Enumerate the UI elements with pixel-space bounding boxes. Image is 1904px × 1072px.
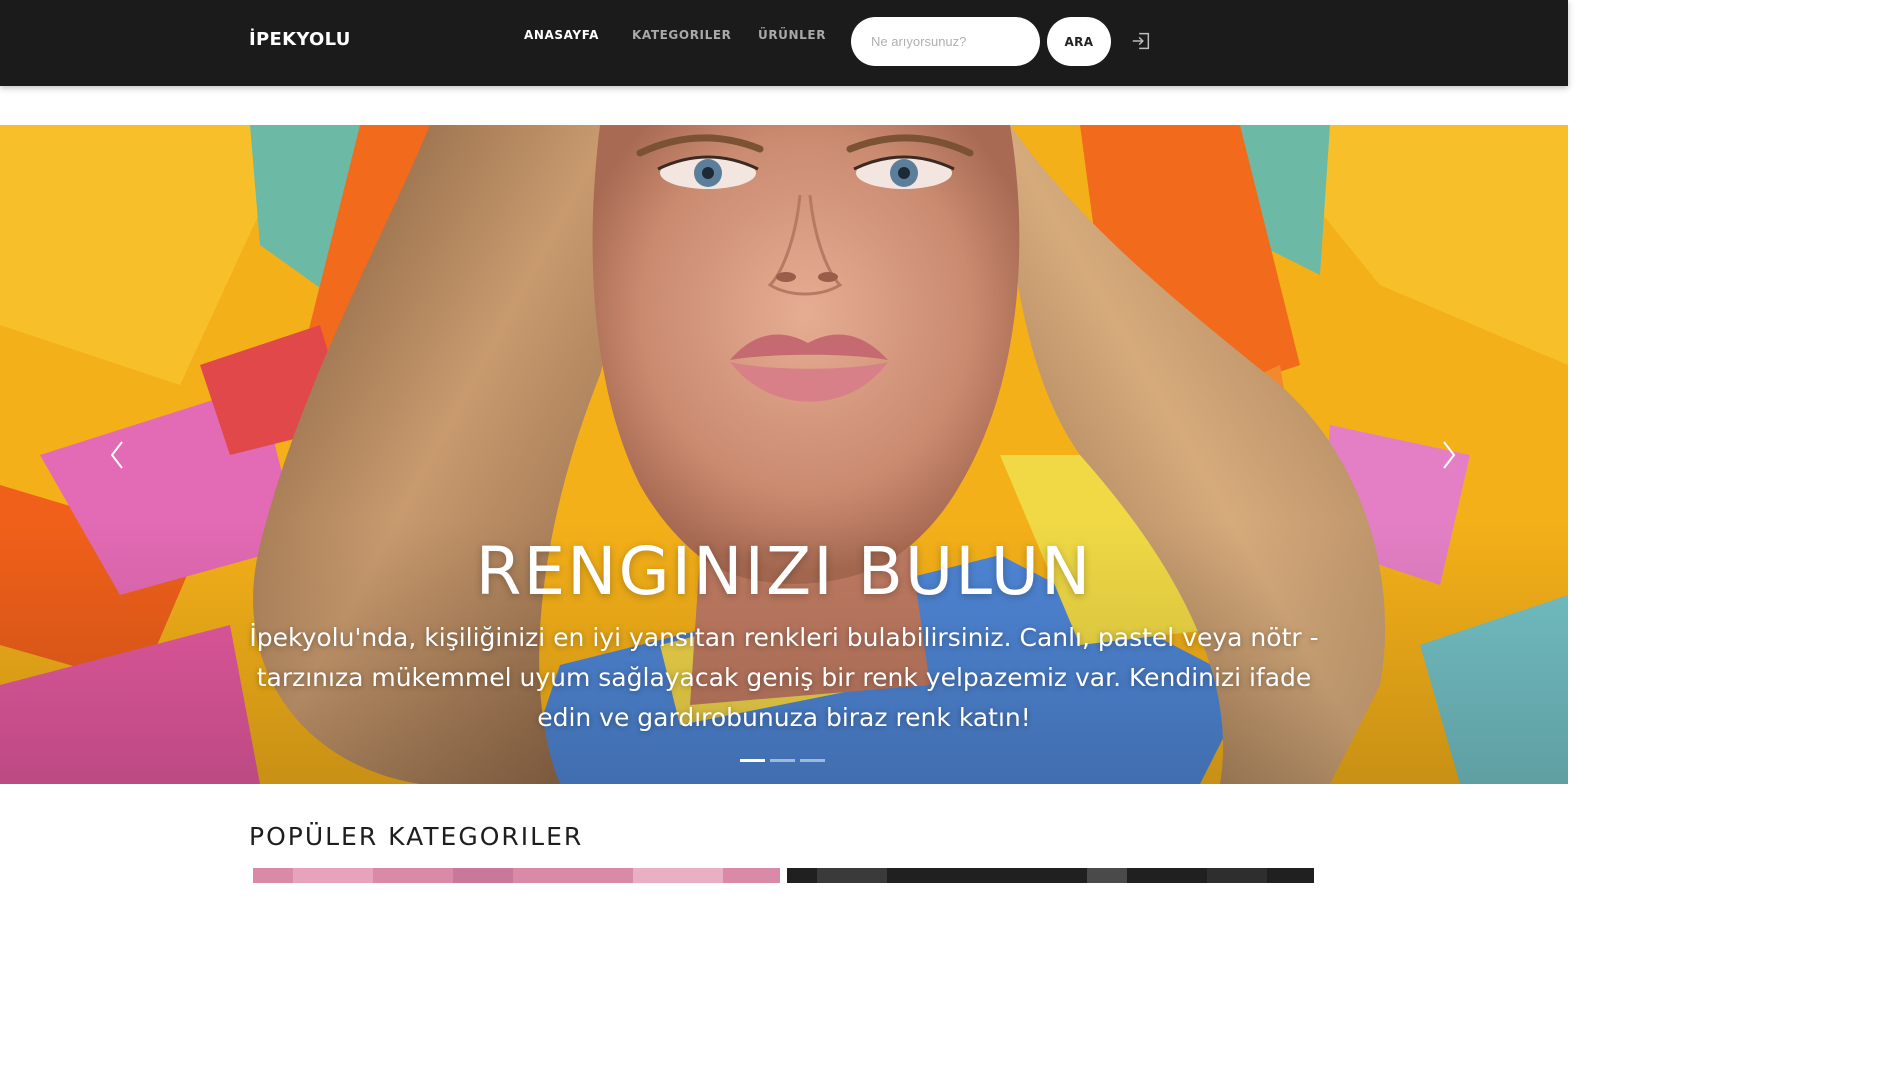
search-button[interactable]: ARA: [1047, 17, 1111, 66]
hero-text: İpekyolu'nda, kişiliğinizi en iyi yansıt…: [249, 623, 1319, 732]
search-input[interactable]: [851, 17, 1040, 66]
carousel-indicator-2[interactable]: [770, 759, 795, 762]
nav-link-categories[interactable]: KATEGORILER: [632, 28, 731, 42]
navbar: İPEKYOLU ANASAYFA KATEGORILER ÜRÜNLER AR…: [0, 0, 1568, 86]
category-image: [253, 868, 780, 883]
hero-title: RENGINIZI BULUN: [475, 533, 1093, 610]
carousel-indicators: [740, 759, 825, 763]
category-card[interactable]: [253, 868, 780, 883]
login-icon[interactable]: [1130, 30, 1152, 52]
category-card[interactable]: [787, 868, 1314, 883]
chevron-left-icon[interactable]: [96, 430, 136, 480]
category-image: [787, 868, 1314, 883]
carousel-indicator-1[interactable]: [740, 759, 765, 762]
brand-logo[interactable]: İPEKYOLU: [249, 29, 351, 50]
nav-link-products[interactable]: ÜRÜNLER: [758, 28, 826, 42]
nav-link-home[interactable]: ANASAYFA: [524, 28, 599, 42]
hero-carousel: RENGINIZI BULUN İpekyolu'nda, kişiliğini…: [0, 125, 1568, 784]
chevron-right-icon[interactable]: [1430, 430, 1470, 480]
carousel-indicator-3[interactable]: [800, 759, 825, 762]
popular-categories-title: POPÜLER KATEGORILER: [249, 822, 584, 851]
